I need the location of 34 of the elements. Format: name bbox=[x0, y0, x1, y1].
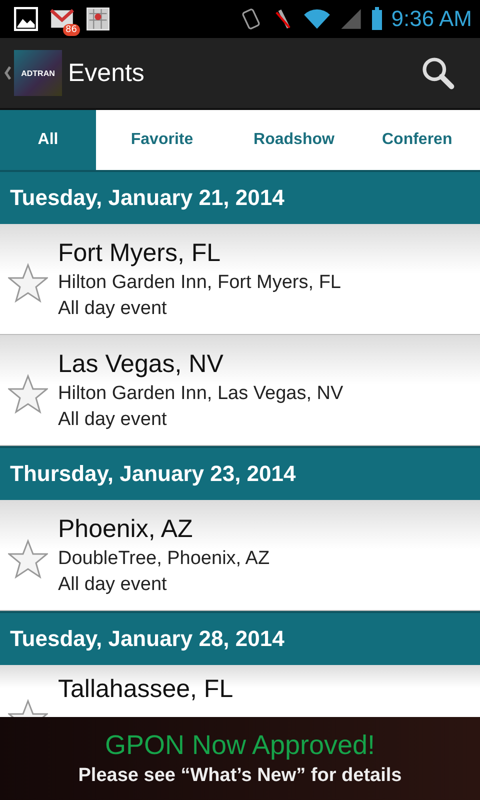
event-row[interactable]: Fort Myers, FL Hilton Garden Inn, Fort Myers, FL All day event bbox=[0, 224, 480, 335]
star-icon[interactable] bbox=[8, 539, 48, 579]
category-tab[interactable]: All bbox=[0, 110, 96, 170]
star-icon[interactable] bbox=[8, 263, 48, 303]
signal-icon bbox=[339, 7, 364, 31]
event-city: Phoenix, AZ bbox=[58, 514, 194, 544]
date-header: Tuesday, January 21, 2014 bbox=[0, 170, 480, 224]
event-city: Fort Myers, FL bbox=[58, 238, 222, 268]
battery-icon bbox=[371, 7, 384, 31]
banner-text: Please see “What’s New” for details bbox=[78, 765, 402, 787]
event-city: Las Vegas, NV bbox=[58, 350, 224, 378]
back-chevron-icon bbox=[4, 66, 12, 80]
map-icon bbox=[86, 7, 110, 31]
screen-title: Events bbox=[68, 58, 146, 88]
event-city: Tallahassee, FL bbox=[58, 675, 234, 704]
event-row[interactable]: Phoenix, AZ DoubleTree, Phoenix, AZ All day event bbox=[0, 500, 480, 611]
date-header: Tuesday, January 28, 2014 bbox=[0, 611, 480, 665]
search-button[interactable] bbox=[420, 55, 456, 91]
star-icon[interactable] bbox=[8, 374, 48, 414]
clock-time: 9:36 AM bbox=[391, 6, 472, 32]
event-row[interactable]: Tallahassee, FL bbox=[0, 665, 480, 717]
banner-headline: GPON Now Approved! bbox=[104, 730, 376, 761]
event-venue: Hilton Garden Inn, Fort Myers, FL bbox=[58, 272, 341, 294]
event-time: All day event bbox=[58, 408, 168, 430]
promo-banner[interactable]: GPON Now Approved! Please see “What’s New” for details bbox=[0, 717, 480, 800]
event-venue: DoubleTree, Phoenix, AZ bbox=[58, 548, 270, 570]
wifi-icon bbox=[303, 7, 332, 31]
event-row[interactable]: Las Vegas, NV Hilton Garden Inn, Las Vegas, NV All day event bbox=[0, 335, 480, 446]
event-venue: Hilton Garden Inn, Las Vegas, NV bbox=[58, 382, 344, 404]
image-icon bbox=[14, 7, 38, 31]
notification-badge: 86 bbox=[62, 24, 80, 36]
event-time: All day event bbox=[58, 574, 168, 596]
date-header: Thursday, January 23, 2014 bbox=[0, 446, 480, 500]
event-time: All day event bbox=[58, 298, 168, 320]
